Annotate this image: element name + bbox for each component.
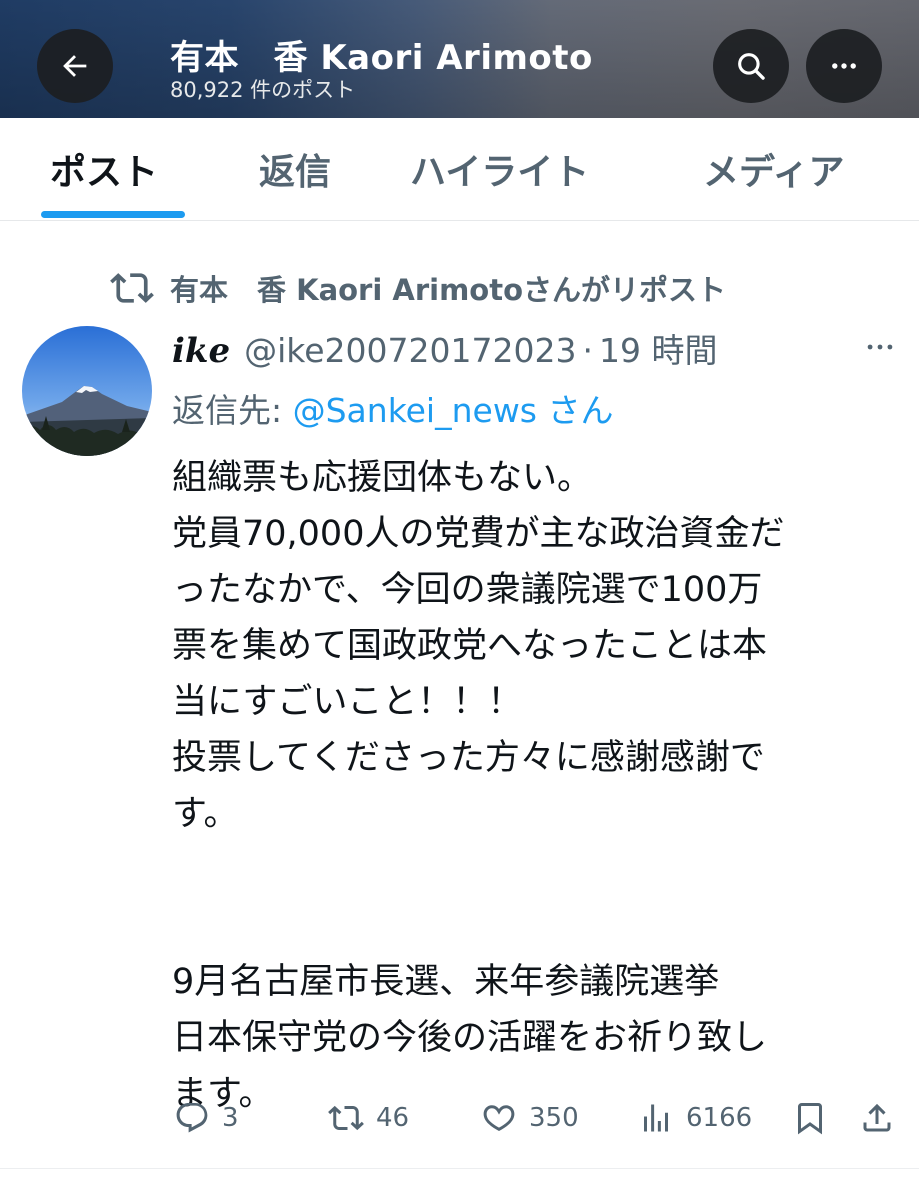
share-button[interactable] — [859, 1096, 907, 1140]
share-icon — [863, 1103, 891, 1132]
tab-media[interactable]: メディア — [703, 118, 844, 220]
profile-header: 有本 香 Kaori Arimoto 80,922 件のポスト — [0, 0, 919, 118]
reply-icon — [176, 1103, 208, 1133]
post-divider — [0, 1168, 919, 1169]
post-line: 当にすごいこと！！！ — [172, 682, 523, 722]
repost-icon — [110, 273, 154, 303]
back-arrow-icon — [63, 55, 87, 77]
repost-count: 46 — [376, 1103, 410, 1133]
post-more-button[interactable] — [860, 332, 900, 362]
post-line: 日本保守党の今後の活躍をお祈り致し — [172, 1018, 768, 1058]
tab-replies[interactable]: 返信 — [259, 118, 331, 220]
reply-count: 3 — [222, 1103, 239, 1133]
bookmark-icon — [798, 1103, 822, 1135]
reply-target-link[interactable]: @Sankei_news さん — [293, 391, 614, 430]
repost-label: 有本 香 Kaori Arimotoさんがリポスト — [170, 273, 727, 307]
profile-tabs: ポスト 返信 ハイライト メディア — [0, 118, 919, 221]
mount-fuji-avatar-image — [22, 326, 152, 456]
bookmark-button[interactable] — [792, 1096, 840, 1140]
search-icon — [738, 53, 765, 80]
like-count: 350 — [529, 1103, 579, 1133]
view-count: 6166 — [686, 1103, 753, 1133]
reply-label: 返信先: — [172, 391, 293, 430]
post-line: 党員70,000人の党費が主な政治資金だ — [172, 514, 785, 554]
more-horizontal-icon — [832, 63, 856, 69]
tab-posts[interactable]: ポスト — [50, 118, 158, 220]
profile-title: 有本 香 Kaori Arimoto — [170, 38, 593, 78]
post-line: 組織票も応援団体もない。 — [172, 458, 593, 498]
post-line: ったなかで、今回の衆議院選で100万 — [172, 570, 763, 610]
author-handle[interactable]: @ike200720172023 — [244, 331, 576, 370]
more-button[interactable] — [806, 29, 882, 103]
separator-dot: · — [582, 331, 593, 370]
reply-context: 返信先: @Sankei_news さん — [172, 384, 614, 432]
repost-button[interactable]: 46 — [328, 1096, 409, 1140]
post-line: 票を集めて国政政党へなったことは本 — [172, 626, 768, 666]
reply-button[interactable]: 3 — [174, 1096, 239, 1140]
post-count: 80,922 件のポスト — [170, 78, 356, 102]
post-line: 投票してくださった方々に感謝感謝で — [172, 738, 765, 778]
post-time[interactable]: 19 時間 — [599, 324, 717, 372]
like-button[interactable]: 350 — [481, 1096, 579, 1140]
repost-context[interactable]: 有本 香 Kaori Arimotoさんがリポスト — [110, 266, 726, 310]
repost-icon — [328, 1105, 364, 1131]
avatar[interactable] — [22, 326, 152, 456]
back-button[interactable] — [37, 29, 113, 103]
post-author-row: 𝒊𝒌𝒆 @ike200720172023 · 19 時間 — [172, 324, 717, 372]
search-button[interactable] — [713, 29, 789, 103]
post-line: 9月名古屋市長選、来年参議院選挙 — [172, 962, 720, 1002]
post-text: 組織票も応援団体もない。 党員70,000人の党費が主な政治資金だ ったなかで、… — [172, 450, 892, 1122]
tab-highlights[interactable]: ハイライト — [410, 118, 589, 220]
more-horizontal-icon — [867, 344, 893, 350]
active-tab-indicator — [41, 211, 185, 218]
views-chart-icon — [644, 1104, 668, 1132]
author-name[interactable]: 𝒊𝒌𝒆 — [172, 331, 230, 371]
views-button[interactable]: 6166 — [638, 1096, 752, 1140]
heart-icon — [483, 1105, 515, 1131]
post-line: す。 — [172, 794, 239, 834]
